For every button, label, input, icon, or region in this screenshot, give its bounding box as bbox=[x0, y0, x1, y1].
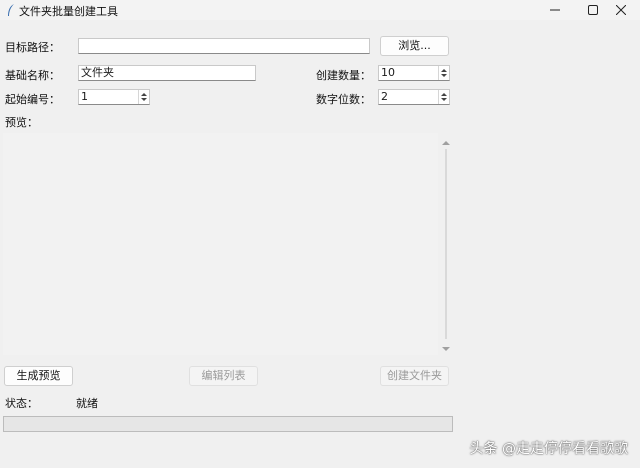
create-count-label: 创建数量： bbox=[316, 69, 371, 82]
feather-icon bbox=[6, 3, 16, 17]
watermark-text: 头条 @走走停停看看歌歌 bbox=[469, 441, 628, 457]
maximize-icon bbox=[588, 5, 598, 15]
close-icon bbox=[616, 5, 626, 15]
create-count-spinbox[interactable]: 10 bbox=[378, 65, 450, 81]
digit-count-spinbox[interactable]: 2 bbox=[378, 89, 450, 105]
spin-arrows-icon[interactable] bbox=[438, 90, 449, 104]
scroll-track[interactable] bbox=[445, 149, 447, 339]
window-title: 文件夹批量创建工具 bbox=[19, 5, 118, 18]
preview-label: 预览： bbox=[5, 116, 38, 129]
target-path-input[interactable] bbox=[78, 38, 370, 54]
status-value: 就绪 bbox=[76, 397, 98, 410]
scroll-up-icon[interactable] bbox=[442, 137, 450, 145]
start-number-value: 1 bbox=[81, 90, 88, 103]
close-button[interactable] bbox=[604, 0, 638, 20]
spin-arrows-icon[interactable] bbox=[138, 90, 149, 104]
target-path-label: 目标路径： bbox=[5, 41, 60, 54]
scroll-down-icon[interactable] bbox=[442, 343, 450, 351]
digit-count-label: 数字位数： bbox=[316, 93, 371, 106]
minimize-icon bbox=[550, 9, 560, 11]
title-bar: 文件夹批量创建工具 bbox=[0, 0, 640, 20]
digit-count-value: 2 bbox=[381, 90, 388, 103]
preview-text-area[interactable] bbox=[3, 133, 438, 355]
create-folders-button[interactable]: 创建文件夹 bbox=[380, 366, 449, 386]
browse-button[interactable]: 浏览... bbox=[380, 36, 449, 56]
generate-preview-button[interactable]: 生成预览 bbox=[4, 366, 73, 386]
status-label: 状态： bbox=[5, 397, 38, 410]
start-number-label: 起始编号： bbox=[5, 93, 60, 106]
progress-bar bbox=[3, 416, 453, 432]
spin-arrows-icon[interactable] bbox=[438, 66, 449, 80]
start-number-spinbox[interactable]: 1 bbox=[78, 89, 150, 105]
create-count-value: 10 bbox=[381, 66, 395, 79]
base-name-input[interactable]: 文件夹 bbox=[78, 65, 256, 81]
base-name-label: 基础名称： bbox=[5, 69, 60, 82]
preview-scrollbar[interactable] bbox=[440, 133, 452, 355]
minimize-button[interactable] bbox=[538, 0, 572, 20]
edit-list-button[interactable]: 编辑列表 bbox=[189, 366, 258, 386]
